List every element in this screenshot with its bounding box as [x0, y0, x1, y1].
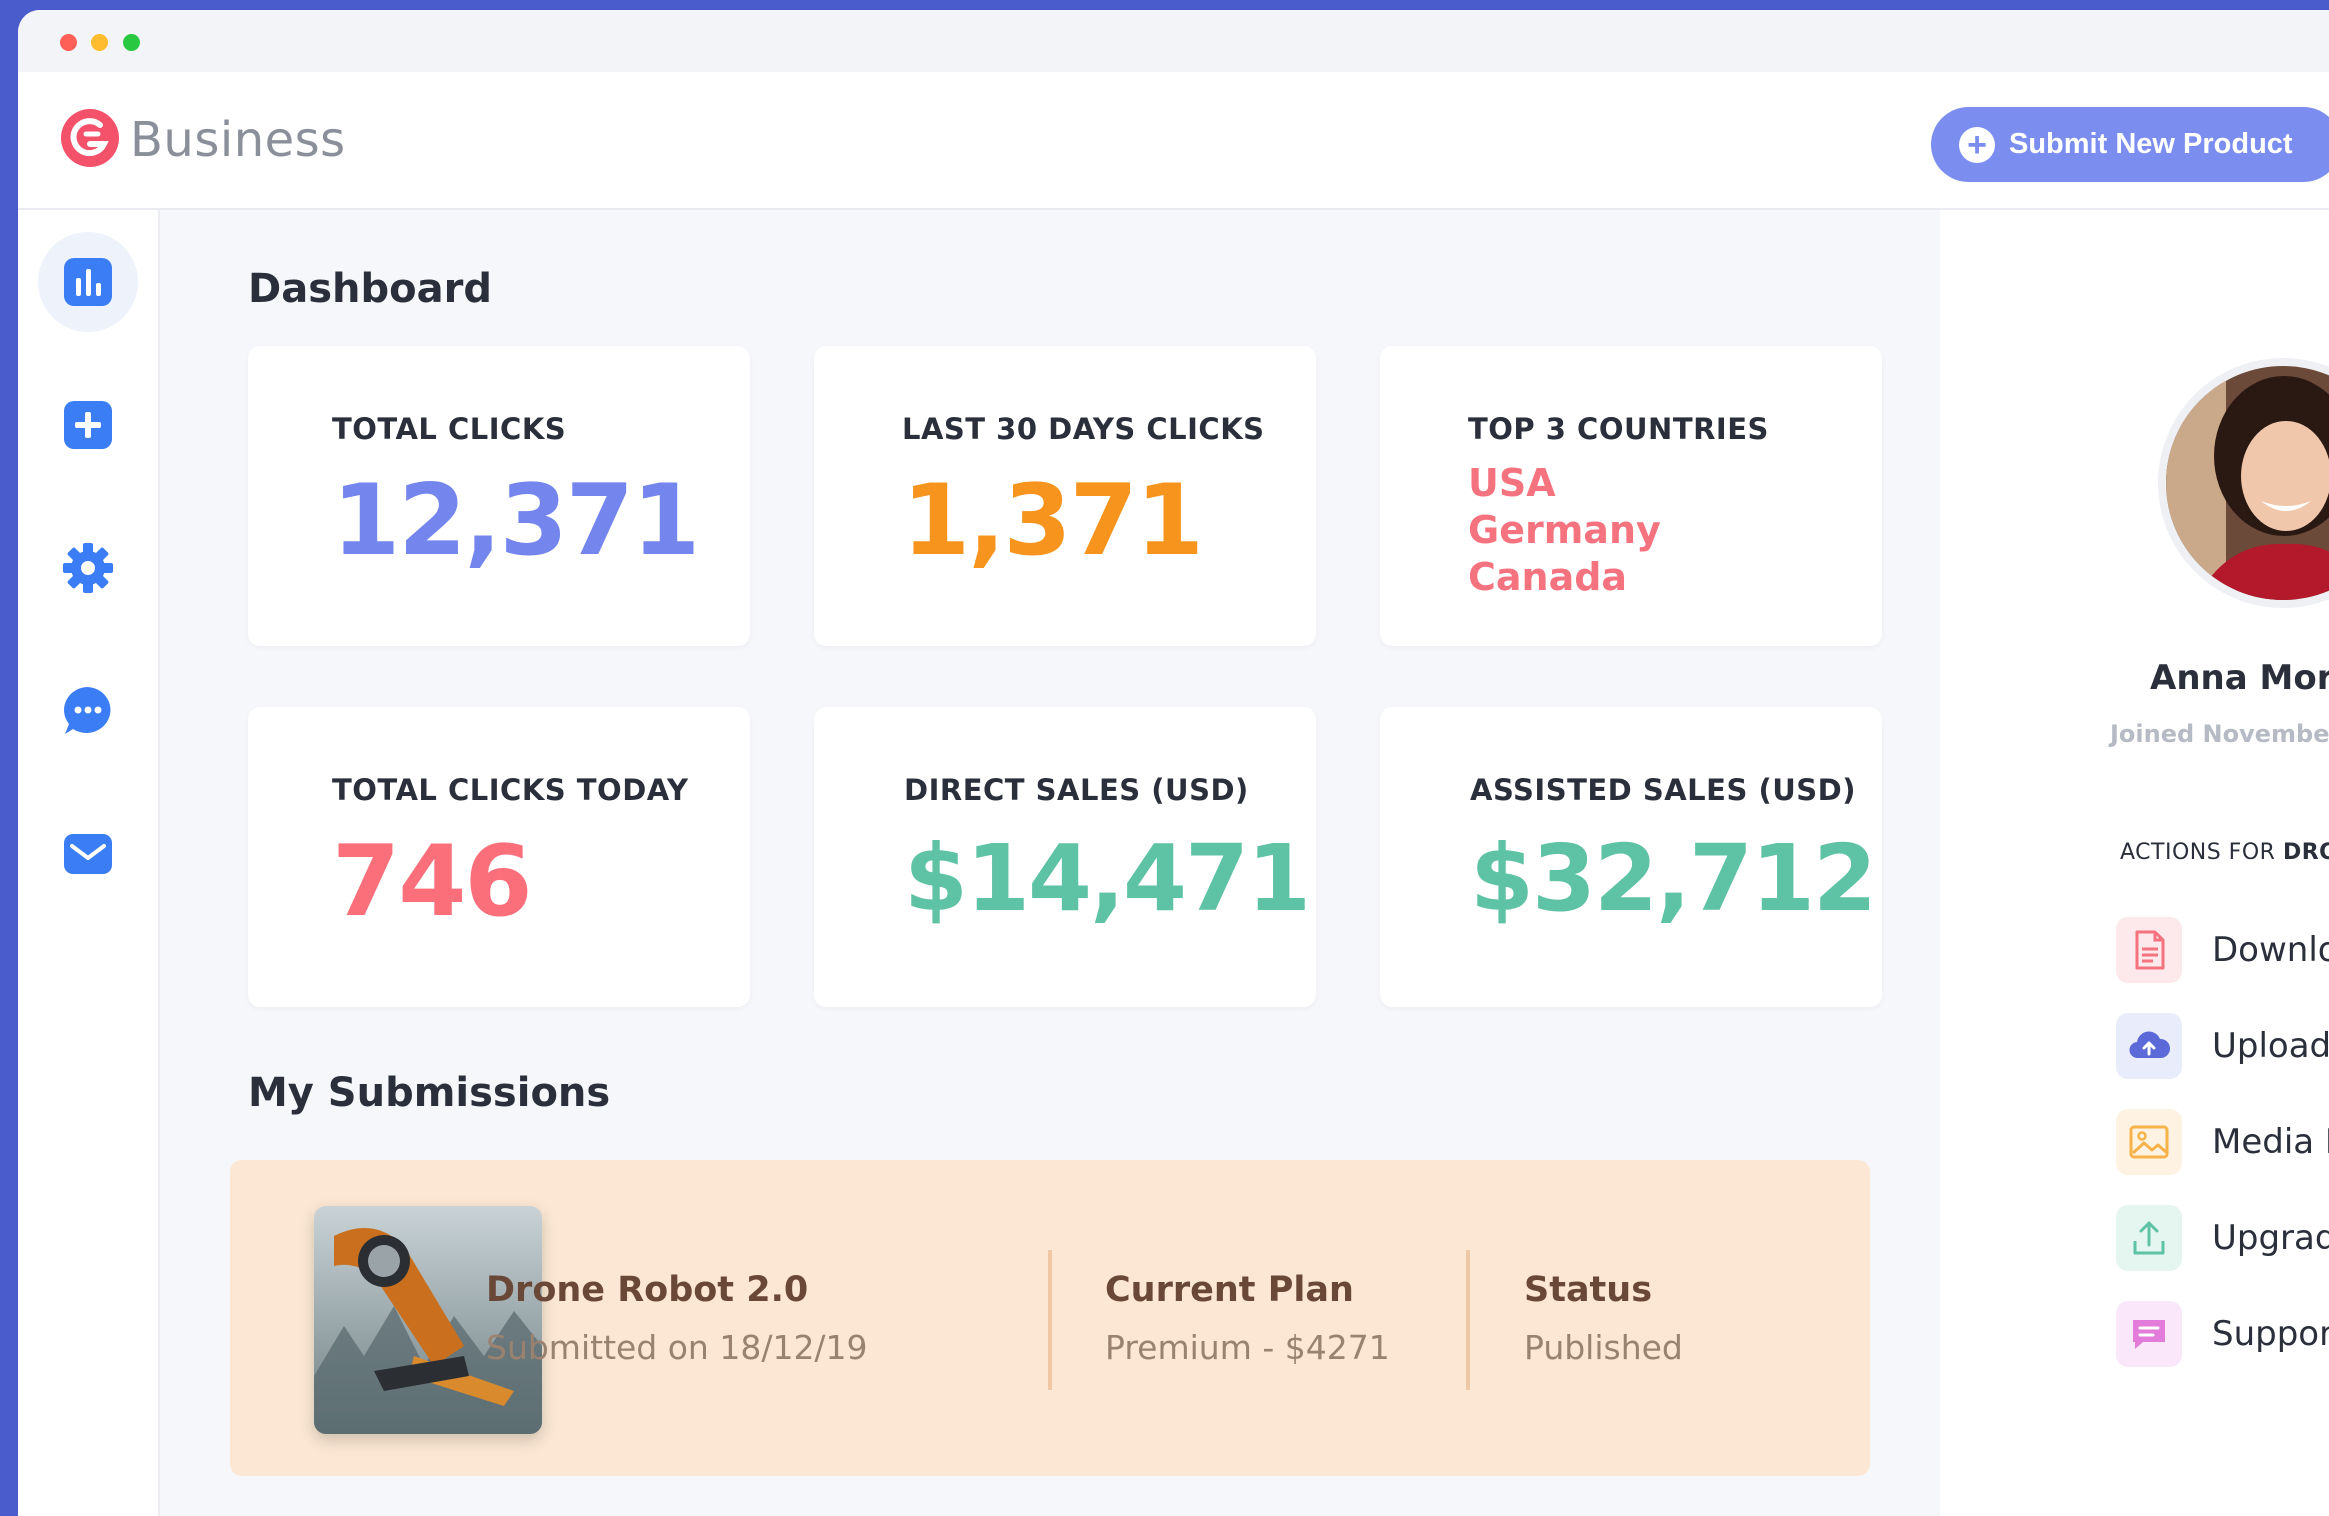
stat-value: 1,371: [902, 464, 1204, 578]
countries-list: USA Germany Canada: [1468, 460, 1661, 601]
action-label: Upload P: [2212, 1026, 2329, 1066]
stat-card-assisted-sales: ASSISTED SALES (USD) $32,712: [1380, 707, 1882, 1007]
stat-value: $32,712: [1470, 825, 1877, 932]
sidebar-item-dashboard[interactable]: [38, 232, 138, 332]
minimize-window-button[interactable]: [91, 34, 108, 51]
brand-logo-icon[interactable]: [60, 108, 120, 168]
chat-bubble-icon: [64, 687, 111, 734]
plan-label: Current Plan: [1105, 1270, 1354, 1310]
page-title: Dashboard: [248, 266, 492, 312]
stat-label: TOTAL CLICKS TODAY: [332, 773, 689, 807]
brand-name: Business: [130, 112, 346, 168]
stat-value: $14,471: [904, 825, 1311, 932]
sidebar: [18, 210, 160, 1516]
stat-label: ASSISTED SALES (USD): [1470, 773, 1856, 807]
top-header: Business + Submit New Product: [18, 72, 2329, 210]
upload-arrow-icon: [2116, 1205, 2182, 1271]
message-icon: [2116, 1301, 2182, 1367]
stat-card-clicks-today: TOTAL CLICKS TODAY 746: [248, 707, 750, 1007]
stat-card-total-clicks: TOTAL CLICKS 12,371: [248, 346, 750, 646]
stat-value: 12,371: [332, 464, 700, 578]
action-support[interactable]: Support: [2116, 1300, 2329, 1368]
drone-robot-image: [314, 1206, 542, 1434]
action-label: Media Li: [2212, 1122, 2329, 1162]
bar-chart-icon: [64, 258, 112, 306]
actions-label: ACTIONS FOR DRON: [2120, 840, 2329, 865]
divider: [1048, 1250, 1052, 1390]
sidebar-item-mail[interactable]: [38, 804, 138, 904]
title-bar: [18, 10, 2329, 72]
user-photo: [2166, 366, 2329, 600]
plan-value: Premium - $4271: [1105, 1328, 1390, 1367]
image-icon: [2116, 1109, 2182, 1175]
main-content: Dashboard TOTAL CLICKS 12,371 LAST 30 DA…: [160, 210, 1940, 1516]
country-item: Canada: [1468, 555, 1628, 599]
user-joined-date: Joined November 2: [2110, 720, 2329, 748]
submissions-title: My Submissions: [248, 1070, 611, 1116]
action-label: Upgrade: [2212, 1218, 2329, 1258]
profile-panel: Anna Morri Joined November 2 ACTIONS FOR…: [1940, 210, 2329, 1516]
action-download[interactable]: Downloa: [2116, 916, 2329, 984]
country-item: Germany: [1468, 508, 1661, 552]
stat-label: TOTAL CLICKS: [332, 412, 567, 446]
sidebar-item-messages[interactable]: [38, 661, 138, 761]
sidebar-item-add[interactable]: [38, 375, 138, 475]
actions-label-product: DRON: [2282, 840, 2329, 865]
avatar[interactable]: [2158, 358, 2329, 608]
country-item: USA: [1468, 461, 1556, 505]
close-window-button[interactable]: [60, 34, 77, 51]
app-window: Business + Submit New Product Dashboard …: [18, 10, 2329, 1516]
envelope-icon: [64, 834, 112, 874]
user-name: Anna Morri: [2150, 658, 2329, 698]
plus-circle-icon: +: [1959, 126, 1995, 163]
stat-card-top-countries: TOP 3 COUNTRIES USA Germany Canada: [1380, 346, 1882, 646]
action-label: Support: [2212, 1314, 2329, 1354]
stat-value: 746: [332, 825, 533, 939]
status-value: Published: [1524, 1328, 1683, 1367]
stat-card-direct-sales: DIRECT SALES (USD) $14,471: [814, 707, 1316, 1007]
cloud-upload-icon: [2116, 1013, 2182, 1079]
product-name: Drone Robot 2.0: [486, 1270, 809, 1310]
plus-square-icon: [64, 401, 112, 449]
action-label: Downloa: [2212, 930, 2329, 970]
submit-new-product-button[interactable]: + Submit New Product: [1931, 107, 2329, 182]
status-label: Status: [1524, 1270, 1653, 1310]
document-icon: [2116, 917, 2182, 983]
actions-label-prefix: ACTIONS FOR: [2120, 840, 2283, 865]
stat-label: TOP 3 COUNTRIES: [1468, 412, 1769, 446]
stat-card-last-30-days: LAST 30 DAYS CLICKS 1,371: [814, 346, 1316, 646]
stat-label: LAST 30 DAYS CLICKS: [902, 412, 1265, 446]
submit-button-label: Submit New Product: [2009, 128, 2293, 160]
divider: [1466, 1250, 1470, 1390]
product-thumbnail[interactable]: [314, 1206, 542, 1434]
gear-icon: [63, 543, 113, 593]
stat-label: DIRECT SALES (USD): [904, 773, 1249, 807]
submitted-date: Submitted on 18/12/19: [486, 1328, 868, 1367]
action-media-library[interactable]: Media Li: [2116, 1108, 2329, 1176]
sidebar-item-settings[interactable]: [38, 518, 138, 618]
action-upload[interactable]: Upload P: [2116, 1012, 2329, 1080]
action-upgrade[interactable]: Upgrade: [2116, 1204, 2329, 1272]
submission-row[interactable]: Drone Robot 2.0 Submitted on 18/12/19 Cu…: [230, 1160, 1870, 1476]
maximize-window-button[interactable]: [123, 34, 140, 51]
